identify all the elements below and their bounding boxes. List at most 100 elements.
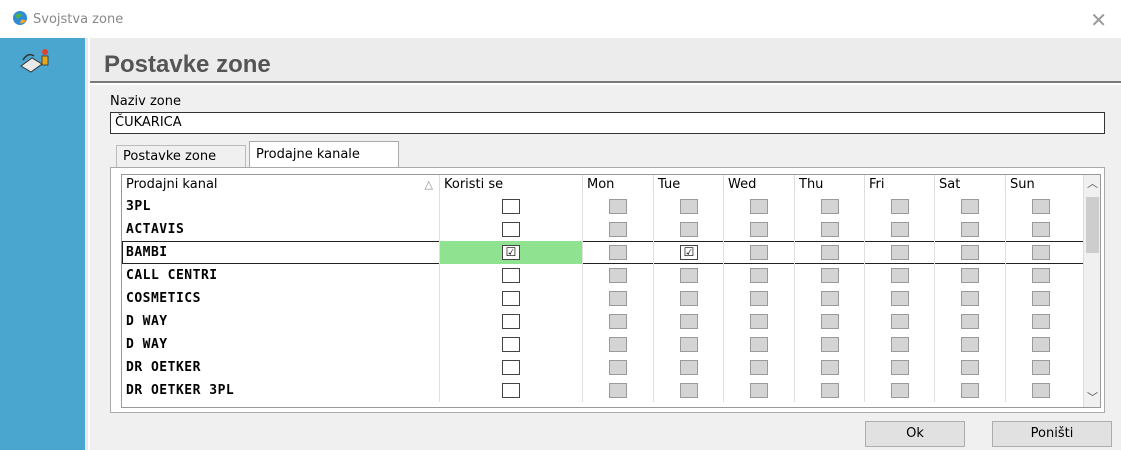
fri-checkbox[interactable] xyxy=(891,291,909,306)
mon-checkbox[interactable] xyxy=(609,314,627,329)
wed-checkbox[interactable] xyxy=(750,268,768,283)
fri-checkbox[interactable] xyxy=(891,199,909,214)
wed-checkbox[interactable] xyxy=(750,337,768,352)
tue-checkbox[interactable] xyxy=(680,222,698,237)
thu-checkbox[interactable] xyxy=(821,291,839,306)
tue-checkbox[interactable]: ☑ xyxy=(680,245,698,260)
sun-checkbox[interactable] xyxy=(1032,199,1050,214)
thu-checkbox[interactable] xyxy=(821,314,839,329)
grid-scrollbar[interactable]: ︿ ﹀ xyxy=(1083,175,1100,407)
table-row[interactable]: DR OETKER 3PL xyxy=(122,379,1084,402)
wed-checkbox[interactable] xyxy=(750,222,768,237)
fri-checkbox[interactable] xyxy=(891,222,909,237)
sun-checkbox[interactable] xyxy=(1032,245,1050,260)
column-header-used[interactable]: Koristi se xyxy=(440,175,583,195)
wed-checkbox[interactable] xyxy=(750,314,768,329)
sun-checkbox[interactable] xyxy=(1032,268,1050,283)
thu-checkbox[interactable] xyxy=(821,199,839,214)
mon-checkbox[interactable] xyxy=(609,291,627,306)
mon-checkbox[interactable] xyxy=(609,245,627,260)
mon-checkbox[interactable] xyxy=(609,337,627,352)
close-icon[interactable]: ✕ xyxy=(1090,8,1107,32)
wed-checkbox[interactable] xyxy=(750,245,768,260)
table-row[interactable]: DR OETKER xyxy=(122,356,1084,379)
tue-checkbox[interactable] xyxy=(680,291,698,306)
fri-checkbox[interactable] xyxy=(891,337,909,352)
table-row[interactable]: 3PL xyxy=(122,195,1084,218)
sat-checkbox[interactable] xyxy=(961,222,979,237)
fri-checkbox[interactable] xyxy=(891,314,909,329)
used-checkbox[interactable]: ☑ xyxy=(502,245,520,260)
sun-checkbox[interactable] xyxy=(1032,337,1050,352)
table-row[interactable]: BAMBI ☑ ☑ xyxy=(122,241,1084,264)
tab-postavke-zone[interactable]: Postavke zone xyxy=(116,145,246,167)
tue-checkbox[interactable] xyxy=(680,268,698,283)
thu-checkbox[interactable] xyxy=(821,360,839,375)
mon-checkbox[interactable] xyxy=(609,360,627,375)
used-checkbox[interactable] xyxy=(502,222,520,237)
used-checkbox[interactable] xyxy=(502,314,520,329)
scroll-thumb[interactable] xyxy=(1086,197,1099,253)
sat-checkbox[interactable] xyxy=(961,383,979,398)
table-row[interactable]: D WAY xyxy=(122,310,1084,333)
column-header-channel[interactable]: Prodajni kanal △ xyxy=(122,175,440,195)
used-checkbox[interactable] xyxy=(502,360,520,375)
ok-button[interactable]: Ok xyxy=(865,421,965,447)
sun-checkbox[interactable] xyxy=(1032,222,1050,237)
tue-checkbox[interactable] xyxy=(680,383,698,398)
column-header-sat[interactable]: Sat xyxy=(935,175,1006,195)
thu-checkbox[interactable] xyxy=(821,245,839,260)
sun-checkbox[interactable] xyxy=(1032,314,1050,329)
table-row[interactable]: ACTAVIS xyxy=(122,218,1084,241)
thu-checkbox[interactable] xyxy=(821,337,839,352)
sun-checkbox[interactable] xyxy=(1032,360,1050,375)
fri-checkbox[interactable] xyxy=(891,245,909,260)
column-header-thu[interactable]: Thu xyxy=(795,175,865,195)
wed-checkbox[interactable] xyxy=(750,199,768,214)
cancel-button[interactable]: Poništi xyxy=(992,421,1112,447)
sat-checkbox[interactable] xyxy=(961,268,979,283)
column-header-mon[interactable]: Mon xyxy=(583,175,654,195)
column-header-wed[interactable]: Wed xyxy=(724,175,795,195)
wed-checkbox[interactable] xyxy=(750,291,768,306)
sat-checkbox[interactable] xyxy=(961,337,979,352)
mon-checkbox[interactable] xyxy=(609,268,627,283)
used-checkbox[interactable] xyxy=(502,199,520,214)
used-checkbox[interactable] xyxy=(502,383,520,398)
sat-checkbox[interactable] xyxy=(961,199,979,214)
scroll-up-icon[interactable]: ︿ xyxy=(1084,175,1100,193)
sun-checkbox[interactable] xyxy=(1032,291,1050,306)
used-checkbox[interactable] xyxy=(502,291,520,306)
fri-checkbox[interactable] xyxy=(891,383,909,398)
fri-checkbox[interactable] xyxy=(891,360,909,375)
mon-checkbox[interactable] xyxy=(609,199,627,214)
tue-checkbox[interactable] xyxy=(680,199,698,214)
sat-checkbox[interactable] xyxy=(961,314,979,329)
tue-checkbox[interactable] xyxy=(680,314,698,329)
mon-checkbox[interactable] xyxy=(609,222,627,237)
tab-prodajne-kanale[interactable]: Prodajne kanale xyxy=(249,141,399,168)
table-row[interactable]: COSMETICS xyxy=(122,287,1084,310)
thu-checkbox[interactable] xyxy=(821,268,839,283)
wed-checkbox[interactable] xyxy=(750,383,768,398)
used-checkbox[interactable] xyxy=(502,337,520,352)
column-header-fri[interactable]: Fri xyxy=(865,175,935,195)
table-row[interactable]: CALL CENTRI xyxy=(122,264,1084,287)
sat-checkbox[interactable] xyxy=(961,245,979,260)
mon-checkbox[interactable] xyxy=(609,383,627,398)
tue-checkbox[interactable] xyxy=(680,337,698,352)
sat-checkbox[interactable] xyxy=(961,291,979,306)
thu-checkbox[interactable] xyxy=(821,383,839,398)
thu-checkbox[interactable] xyxy=(821,222,839,237)
sat-checkbox[interactable] xyxy=(961,360,979,375)
column-header-tue[interactable]: Tue xyxy=(654,175,724,195)
zone-name-input[interactable]: ČUKARICA xyxy=(110,112,1105,134)
fri-checkbox[interactable] xyxy=(891,268,909,283)
sun-checkbox[interactable] xyxy=(1032,383,1050,398)
tue-checkbox[interactable] xyxy=(680,360,698,375)
table-row[interactable]: D WAY xyxy=(122,333,1084,356)
used-checkbox[interactable] xyxy=(502,268,520,283)
wed-checkbox[interactable] xyxy=(750,360,768,375)
column-header-sun[interactable]: Sun xyxy=(1006,175,1084,195)
scroll-down-icon[interactable]: ﹀ xyxy=(1084,389,1100,407)
